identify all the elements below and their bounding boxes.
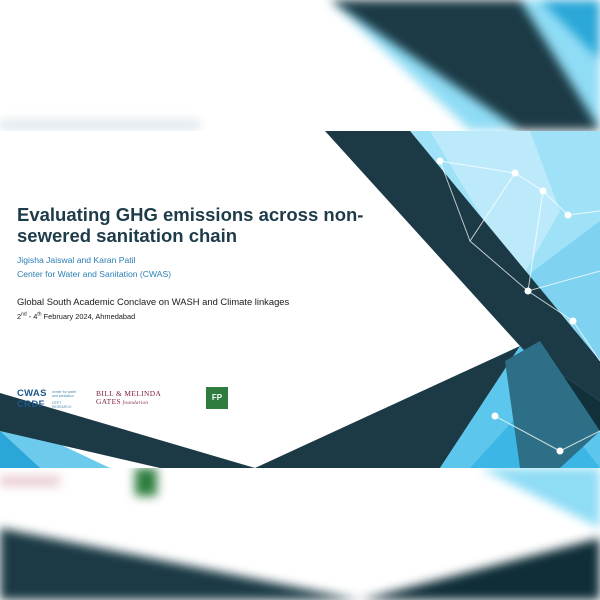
organization: Center for Water and Sanitation (CWAS) <box>17 269 172 279</box>
fp-logo: FP <box>206 387 228 409</box>
gates-foundation-logo: BILL & MELINDA GATES foundation <box>96 389 162 406</box>
event-name: Global South Academic Conclave on WASH a… <box>17 296 290 307</box>
slide-title: Evaluating GHG emissions across non-sewe… <box>17 204 364 246</box>
blurred-background-bottom <box>0 468 600 600</box>
blurred-background-top <box>0 0 600 130</box>
event-date: 2nd - 4th February 2024, Ahmedabad <box>17 311 136 321</box>
authors: Jigisha Jaiswal and Karan Patil <box>17 255 136 265</box>
cwas-crdf-logo: CWAS center for water and sanitation CRD… <box>17 388 77 410</box>
